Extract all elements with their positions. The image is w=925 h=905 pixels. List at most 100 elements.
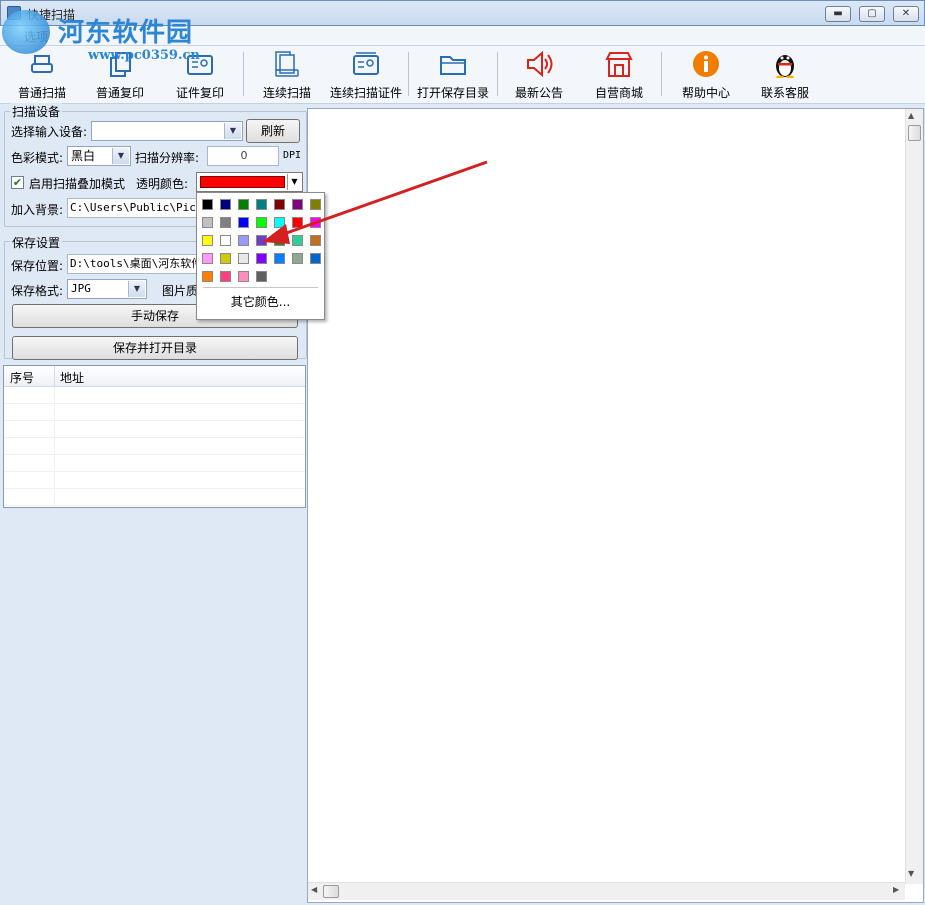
more-colors-option[interactable]: 其它颜色... [197,293,324,310]
color-swatch[interactable] [238,217,249,228]
scroll-right-icon[interactable]: ▶ [893,885,899,894]
color-mode-select[interactable]: 黑白 ▼ [67,146,131,166]
vertical-scroll-thumb[interactable] [908,125,921,141]
horizontal-scrollbar[interactable]: ◀ ▶ [308,882,905,900]
column-header-index[interactable]: 序号 [10,369,34,386]
toolbar-help-center[interactable]: 帮助中心 [672,50,740,100]
column-header-address[interactable]: 地址 [60,369,84,386]
table-row[interactable] [4,455,305,472]
save-and-open-button[interactable]: 保存并打开目录 [12,336,298,360]
color-swatch[interactable] [220,199,231,210]
qq-penguin-icon [770,50,800,79]
color-swatch[interactable] [238,199,249,210]
table-row[interactable] [4,489,305,506]
toolbar-self-store[interactable]: 自营商城 [585,50,653,100]
color-swatch[interactable] [238,271,249,282]
table-body [4,387,305,506]
color-swatch[interactable] [310,235,321,246]
toolbar-label: 连续扫描 [262,86,311,100]
color-swatch[interactable] [256,199,267,210]
continuous-scan-icon [272,50,302,78]
toolbar-label: 连续扫描证件 [329,86,402,100]
toolbar-label: 联系客服 [760,86,809,100]
table-row[interactable] [4,387,305,404]
color-swatch[interactable] [202,271,213,282]
horizontal-scroll-thumb[interactable] [323,885,339,898]
divider [203,287,318,288]
maximize-button[interactable]: ▢ [859,6,885,22]
toolbar-contact-service[interactable]: 联系客服 [750,50,820,100]
table-row[interactable] [4,404,305,421]
close-button[interactable]: ✕ [893,6,919,22]
color-swatch[interactable] [292,199,303,210]
scroll-left-icon[interactable]: ◀ [311,885,317,894]
color-swatch[interactable] [202,235,213,246]
color-swatch[interactable] [256,271,267,282]
device-label: 选择输入设备: [11,125,88,139]
scan-group-label: 扫描设备 [10,103,63,120]
toolbar-label: 打开保存目录 [416,86,489,100]
transparent-color-select[interactable]: ▼ [196,172,303,192]
toolbar-continuous-scan[interactable]: 连续扫描 [253,50,321,100]
scroll-down-icon[interactable]: ▼ [908,869,914,878]
save-format-select[interactable]: JPG ▼ [67,279,147,299]
overlay-checkbox[interactable]: ✔ [11,176,24,189]
refresh-button[interactable]: 刷新 [246,119,300,143]
continuous-id-scan-icon [351,50,381,78]
color-swatch[interactable] [256,217,267,228]
color-swatch[interactable] [202,199,213,210]
color-swatch[interactable] [274,253,285,264]
color-swatch[interactable] [238,235,249,246]
table-row[interactable] [4,438,305,455]
color-swatch[interactable] [220,271,231,282]
toolbar-label: 帮助中心 [681,86,730,100]
color-swatch[interactable] [274,217,285,228]
file-list-table[interactable]: 序号 地址 [3,365,306,508]
color-swatch[interactable] [202,217,213,228]
vertical-scrollbar[interactable]: ▲ ▼ [905,109,923,884]
color-swatch[interactable] [220,235,231,246]
color-mode-value: 黑白 [71,149,96,163]
store-icon [604,50,634,78]
device-select[interactable]: ▼ [91,121,243,141]
toolbar-continuous-id-scan[interactable]: 连续扫描证件 [326,50,406,100]
column-divider [54,472,55,488]
column-divider [54,438,55,454]
toolbar-normal-scan[interactable]: 普通扫描 [8,50,76,100]
image-quality-label: 图片质 [162,284,199,298]
resolution-input[interactable]: 0 [207,146,279,166]
background-label: 加入背景: [11,203,64,217]
color-swatch[interactable] [310,253,321,264]
watermark-url: www.pc0359.cn [88,48,200,63]
color-swatch[interactable] [274,199,285,210]
resolution-unit: DPI [283,150,302,161]
color-swatch[interactable] [220,253,231,264]
color-swatch[interactable] [202,253,213,264]
background-path-input[interactable]: C:\Users\Public\Pictu [67,198,200,218]
info-icon [691,50,721,78]
color-swatch[interactable] [310,199,321,210]
color-swatch[interactable] [256,235,267,246]
table-row[interactable] [4,472,305,489]
color-swatch[interactable] [310,217,321,228]
color-swatch[interactable] [238,253,249,264]
toolbar-open-save-dir[interactable]: 打开保存目录 [414,50,492,100]
watermark-title: 河东软件园 [58,18,194,48]
folder-icon [438,50,468,78]
toolbar-label: 普通复印 [95,86,144,100]
color-swatch[interactable] [292,217,303,228]
color-swatch[interactable] [256,253,267,264]
minimize-button[interactable]: ▬ [825,6,851,22]
column-divider [54,387,55,403]
color-swatch[interactable] [274,235,285,246]
color-swatch[interactable] [292,253,303,264]
scroll-up-icon[interactable]: ▲ [908,111,914,120]
toolbar-latest-notice[interactable]: 最新公告 [505,50,573,100]
chevron-down-icon: ▼ [224,123,241,139]
save-location-label: 保存位置: [11,259,64,273]
image-preview-area[interactable] [307,108,924,903]
table-row[interactable] [4,421,305,438]
color-swatch[interactable] [292,235,303,246]
save-location-input[interactable]: D:\tools\桌面\河东软件 [67,254,200,274]
color-swatch[interactable] [220,217,231,228]
